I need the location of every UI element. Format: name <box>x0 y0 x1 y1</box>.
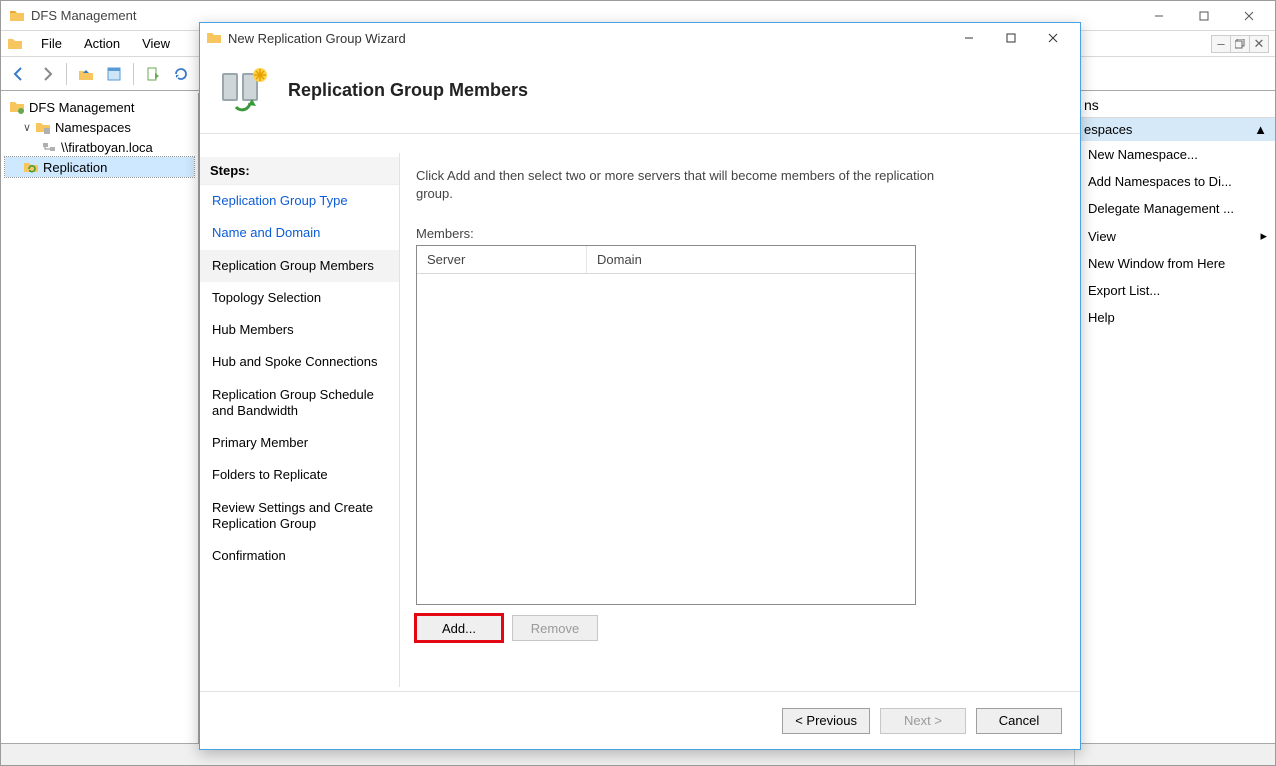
wizard-header: Replication Group Members <box>200 53 1080 134</box>
cancel-button[interactable]: Cancel <box>976 708 1062 734</box>
nav-back-button[interactable] <box>7 62 31 86</box>
wizard-title: New Replication Group Wizard <box>228 31 406 46</box>
replication-group-icon <box>216 63 270 117</box>
namespaces-icon <box>35 119 51 135</box>
tree-label: DFS Management <box>29 100 135 115</box>
menu-file[interactable]: File <box>31 34 72 53</box>
wizard-maximize-button[interactable] <box>990 24 1032 52</box>
doc-minimize-button[interactable]: – <box>1211 35 1231 53</box>
wizard-steps-panel: Steps: Replication Group Type Name and D… <box>200 153 400 687</box>
wizard-content: Click Add and then select two or more se… <box>400 153 1080 687</box>
close-button[interactable] <box>1226 2 1271 30</box>
chevron-right-icon: ▸ <box>1260 228 1267 244</box>
column-domain[interactable]: Domain <box>587 246 915 273</box>
action-help[interactable]: Help <box>1076 304 1275 331</box>
action-new-window[interactable]: New Window from Here <box>1076 250 1275 277</box>
namespace-path-icon <box>41 139 57 155</box>
tree-replication[interactable]: Replication <box>5 157 194 177</box>
expand-toggle[interactable]: ∨ <box>21 121 33 134</box>
add-button[interactable]: Add... <box>416 615 502 641</box>
doc-window-controls: – ✕ <box>1212 35 1269 53</box>
wizard-titlebar: New Replication Group Wizard <box>200 23 1080 53</box>
dfs-root-icon <box>9 99 25 115</box>
tree-namespaces[interactable]: ∨ Namespaces <box>5 117 194 137</box>
column-server[interactable]: Server <box>417 246 587 273</box>
refresh-button[interactable] <box>169 62 193 86</box>
step-primary-member: Primary Member <box>200 427 399 459</box>
minimize-button[interactable] <box>1136 2 1181 30</box>
nav-forward-button[interactable] <box>35 62 59 86</box>
step-confirmation: Confirmation <box>200 540 399 572</box>
wizard-close-button[interactable] <box>1032 24 1074 52</box>
previous-button[interactable]: < Previous <box>782 708 870 734</box>
tree-label: Namespaces <box>55 120 131 135</box>
tree-root[interactable]: DFS Management <box>5 97 194 117</box>
window-title: DFS Management <box>31 8 137 23</box>
wizard-minimize-button[interactable] <box>948 24 990 52</box>
folder-icon <box>206 30 222 46</box>
step-topology-selection: Topology Selection <box>200 282 399 314</box>
tree-pane: DFS Management ∨ Namespaces \\firatboyan… <box>1 93 199 743</box>
step-review-and-create: Review Settings and Create Replication G… <box>200 492 399 541</box>
folder-icon <box>9 8 25 24</box>
tree-label: Replication <box>43 160 107 175</box>
doc-restore-button[interactable] <box>1230 35 1250 53</box>
collapse-icon: ▲ <box>1254 122 1267 137</box>
up-button[interactable] <box>74 62 98 86</box>
menu-view[interactable]: View <box>132 34 180 53</box>
step-name-and-domain[interactable]: Name and Domain <box>200 217 399 249</box>
step-folders-to-replicate: Folders to Replicate <box>200 459 399 491</box>
doc-close-button[interactable]: ✕ <box>1249 35 1269 53</box>
action-export-list[interactable]: Export List... <box>1076 277 1275 304</box>
step-hub-and-spoke-connections: Hub and Spoke Connections <box>200 346 399 378</box>
tree-label: \\firatboyan.loca <box>61 140 153 155</box>
menu-action[interactable]: Action <box>74 34 130 53</box>
actions-pane: ns espaces ▲ New Namespace... Add Namesp… <box>1075 93 1275 743</box>
action-view[interactable]: View▸ <box>1076 222 1275 250</box>
wizard-instruction: Click Add and then select two or more se… <box>416 167 936 202</box>
step-replication-group-type[interactable]: Replication Group Type <box>200 185 399 217</box>
properties-button[interactable] <box>102 62 126 86</box>
wizard-heading: Replication Group Members <box>288 80 528 101</box>
actions-header: ns <box>1076 93 1275 118</box>
action-add-namespaces[interactable]: Add Namespaces to Di... <box>1076 168 1275 195</box>
folder-icon <box>7 36 23 52</box>
step-replication-group-members[interactable]: Replication Group Members <box>200 250 399 282</box>
tree-namespace-path[interactable]: \\firatboyan.loca <box>5 137 194 157</box>
step-schedule-and-bandwidth: Replication Group Schedule and Bandwidth <box>200 379 399 428</box>
remove-button: Remove <box>512 615 598 641</box>
members-label: Members: <box>416 226 1064 241</box>
export-button[interactable] <box>141 62 165 86</box>
action-delegate-management[interactable]: Delegate Management ... <box>1076 195 1275 222</box>
actions-context-label: espaces <box>1084 122 1132 137</box>
members-list[interactable]: Server Domain <box>416 245 916 605</box>
maximize-button[interactable] <box>1181 2 1226 30</box>
wizard-footer: < Previous Next > Cancel <box>200 691 1080 749</box>
action-new-namespace[interactable]: New Namespace... <box>1076 141 1275 168</box>
step-hub-members: Hub Members <box>200 314 399 346</box>
new-replication-group-wizard: New Replication Group Wizard Replication… <box>199 22 1081 750</box>
replication-icon <box>23 159 39 175</box>
wizard-steps-header: Steps: <box>200 157 399 185</box>
next-button: Next > <box>880 708 966 734</box>
actions-context[interactable]: espaces ▲ <box>1076 118 1275 141</box>
members-list-header: Server Domain <box>417 246 915 274</box>
